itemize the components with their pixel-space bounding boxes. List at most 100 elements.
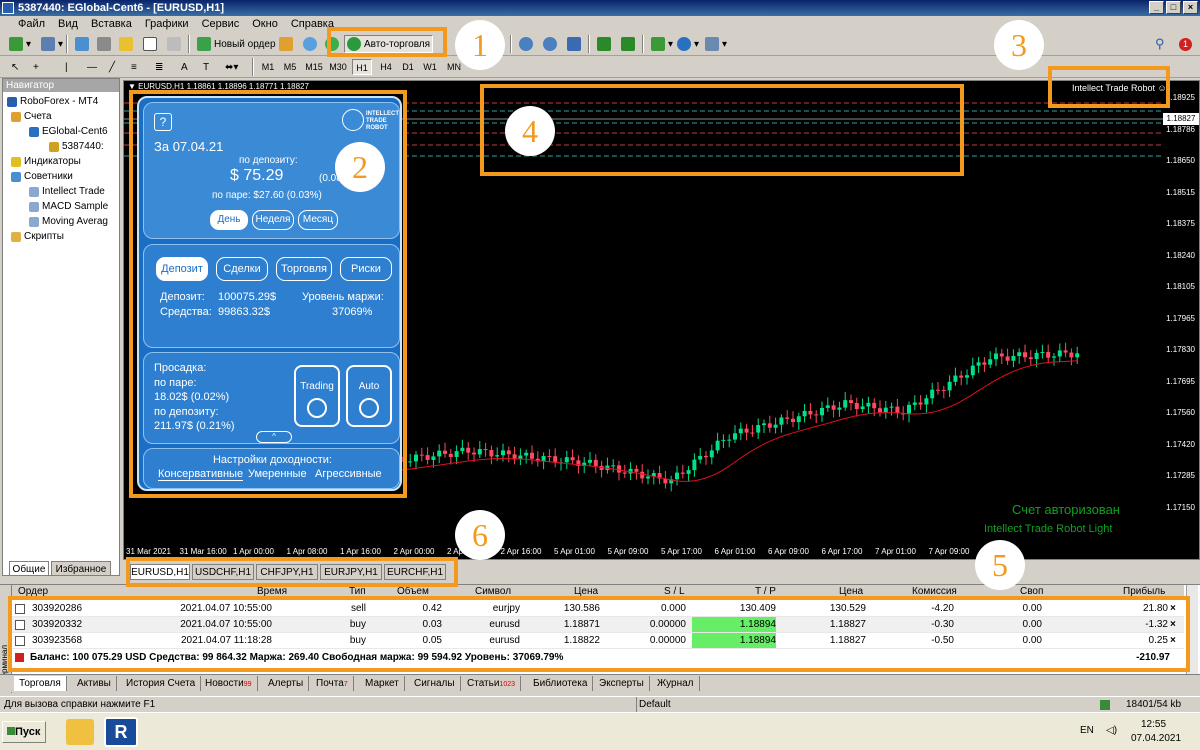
nav-accounts[interactable]: Счета xyxy=(11,111,52,122)
volume-icon[interactable]: ◁) xyxy=(1106,725,1117,736)
autotrading-button[interactable]: Авто-торговля xyxy=(344,35,434,53)
tf-m15[interactable]: M15 xyxy=(304,59,324,75)
nav-indicators[interactable]: Индикаторы xyxy=(11,156,81,167)
close-order-icon[interactable]: × xyxy=(1170,619,1176,630)
trendline-tool[interactable]: ╱ xyxy=(106,58,118,76)
autoscroll-button[interactable] xyxy=(618,35,638,53)
menu-file[interactable]: Файл xyxy=(18,18,45,30)
profiles-button[interactable]: ▾ xyxy=(38,35,66,53)
tab-alerts[interactable]: Алерты xyxy=(263,676,310,691)
start-button[interactable]: Пуск xyxy=(2,721,46,743)
crosshair-tool[interactable]: + xyxy=(30,58,42,76)
text-tool[interactable]: A xyxy=(178,58,191,76)
tf-m1[interactable]: M1 xyxy=(258,59,278,75)
maximize-button[interactable]: □ xyxy=(1166,1,1181,14)
nav-ea-item[interactable]: MACD Sample xyxy=(29,201,108,212)
order-row[interactable]: 303923568 2021.04.07 11:18:28 buy 0.05 eurus… xyxy=(12,633,1184,649)
nav-advisors[interactable]: Советники xyxy=(11,171,73,182)
tab-experts[interactable]: Эксперты xyxy=(594,676,650,691)
order-row[interactable]: 303920332 2021.04.07 10:55:00 buy 0.03 eurus… xyxy=(12,617,1184,633)
chart-tab-chfjpy[interactable]: CHFJPY,H1 xyxy=(256,564,318,580)
col-time[interactable]: Время xyxy=(257,586,287,597)
channel-tool[interactable]: ≡ xyxy=(128,58,140,76)
zoom-in-button[interactable] xyxy=(516,35,536,53)
tab-deposit[interactable]: Депозит xyxy=(156,257,208,281)
col-profit[interactable]: Прибыль xyxy=(1123,586,1165,597)
nav-ea-item[interactable]: Moving Averag xyxy=(29,216,108,227)
nav-ea-item[interactable]: Intellect Trade xyxy=(29,186,105,197)
tab-favorites[interactable]: Избранное xyxy=(51,561,111,576)
nav-root[interactable]: RoboForex - MT4 xyxy=(7,96,98,107)
tab-articles[interactable]: Статьи1023 xyxy=(462,676,521,691)
col-commission[interactable]: Комиссия xyxy=(912,586,957,597)
tab-trading[interactable]: Торговля xyxy=(276,257,332,281)
col-swap[interactable]: Своп xyxy=(1020,586,1043,597)
tab-market[interactable]: Маркет xyxy=(360,676,405,691)
label-tool[interactable]: T xyxy=(200,58,212,76)
tab-exposure[interactable]: Активы xyxy=(72,676,117,691)
minimize-button[interactable]: _ xyxy=(1149,1,1164,14)
nav-scripts[interactable]: Скрипты xyxy=(11,231,64,242)
tab-risks[interactable]: Риски xyxy=(340,257,392,281)
tab-mailbox[interactable]: Почта7 xyxy=(311,676,354,691)
tab-deals[interactable]: Сделки xyxy=(216,257,268,281)
folder-icon[interactable] xyxy=(66,719,94,745)
menu-window[interactable]: Окно xyxy=(252,18,278,30)
tf-h4[interactable]: H4 xyxy=(376,59,396,75)
tf-m5[interactable]: M5 xyxy=(280,59,300,75)
search-button[interactable]: ⚲ xyxy=(1152,35,1168,53)
navigator-button[interactable] xyxy=(116,35,136,53)
close-button[interactable]: × xyxy=(1183,1,1198,14)
shapes-tool[interactable]: ⬌▾ xyxy=(222,58,241,76)
collapse-button[interactable]: ^ xyxy=(256,431,292,443)
zoom-out-button[interactable] xyxy=(540,35,560,53)
cursor-tool[interactable]: ↖ xyxy=(8,58,22,76)
chart-shift-button[interactable] xyxy=(594,35,614,53)
auto-toggle[interactable]: Auto xyxy=(346,365,392,427)
tab-common[interactable]: Общие xyxy=(9,561,49,576)
notifications-button[interactable]: 1 xyxy=(1176,35,1195,53)
tab-news[interactable]: Новости99 xyxy=(200,676,258,691)
tf-h1[interactable]: H1 xyxy=(352,59,372,75)
periods-button[interactable]: ▾ xyxy=(674,35,702,53)
col-symbol[interactable]: Символ xyxy=(475,586,511,597)
mode-aggressive[interactable]: Агрессивные xyxy=(315,468,382,480)
indicators-button[interactable]: ▾ xyxy=(648,35,676,53)
nav-server[interactable]: EGlobal-Cent6 xyxy=(29,126,108,137)
terminal-scrollbar[interactable] xyxy=(1186,585,1198,675)
language-indicator[interactable]: EN xyxy=(1080,725,1094,736)
chart-tab-eurchf[interactable]: EURCHF,H1 xyxy=(384,564,446,580)
chart-tab-eurusd[interactable]: EURUSD,H1 xyxy=(130,564,190,580)
col-price[interactable]: Цена xyxy=(574,586,598,597)
col-volume[interactable]: Объем xyxy=(397,586,429,597)
period-day-button[interactable]: День xyxy=(210,210,248,230)
menu-help[interactable]: Справка xyxy=(291,18,334,30)
menu-insert[interactable]: Вставка xyxy=(91,18,132,30)
chart-tab-eurjpy[interactable]: EURJPY,H1 xyxy=(320,564,382,580)
tab-history[interactable]: История Счета xyxy=(121,676,202,691)
order-row[interactable]: 303920286 2021.04.07 10:55:00 sell 0.42 eurj… xyxy=(12,601,1184,617)
trading-toggle[interactable]: Trading xyxy=(294,365,340,427)
mt4-app-icon[interactable]: R xyxy=(104,717,138,747)
col-sl[interactable]: S / L xyxy=(664,586,685,597)
col-order[interactable]: Ордер xyxy=(18,586,48,597)
tester-button[interactable] xyxy=(164,35,184,53)
menu-view[interactable]: Вид xyxy=(58,18,78,30)
close-order-icon[interactable]: × xyxy=(1170,635,1176,646)
meta-editor-button[interactable] xyxy=(276,35,296,53)
horizontal-line-tool[interactable]: — xyxy=(84,58,100,76)
signals-button[interactable] xyxy=(300,35,320,53)
mode-moderate[interactable]: Умеренные xyxy=(248,468,307,480)
mode-conservative[interactable]: Консервативные xyxy=(158,468,244,481)
period-month-button[interactable]: Месяц xyxy=(298,210,338,230)
tab-signals[interactable]: Сигналы xyxy=(409,676,461,691)
nav-account[interactable]: 5387440: xyxy=(49,141,104,152)
tf-m30[interactable]: M30 xyxy=(328,59,348,75)
data-window-button[interactable] xyxy=(94,35,114,53)
menu-charts[interactable]: Графики xyxy=(145,18,189,30)
tab-library[interactable]: Библиотека xyxy=(528,676,594,691)
col-tp[interactable]: T / P xyxy=(755,586,776,597)
chart-tab-usdchf[interactable]: USDCHF,H1 xyxy=(192,564,254,580)
col-type[interactable]: Тип xyxy=(349,586,366,597)
tile-windows-button[interactable] xyxy=(564,35,584,53)
